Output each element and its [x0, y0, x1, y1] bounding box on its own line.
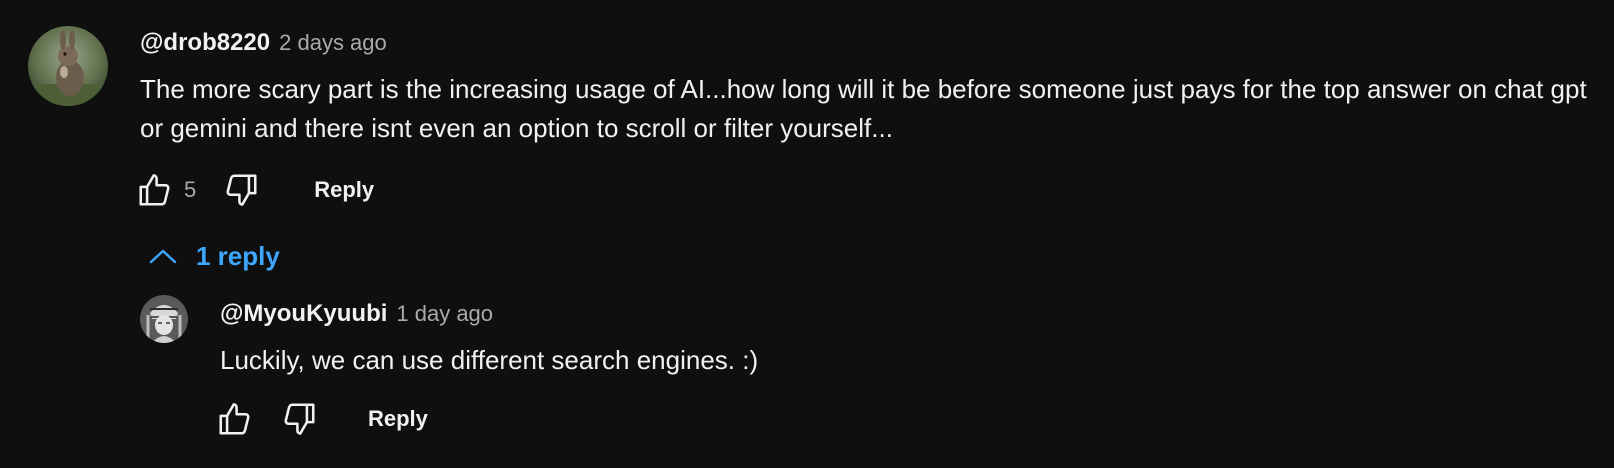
thumbs-down-icon [226, 174, 257, 206]
rabbit-avatar-icon [28, 26, 108, 106]
replies-toggle-label: 1 reply [196, 240, 280, 271]
comment-header: @drob8220 2 days ago [140, 29, 387, 57]
like-button[interactable] [136, 171, 174, 209]
reply-action-bar: Reply [216, 399, 428, 439]
reply-button[interactable]: Reply [314, 177, 374, 203]
reply-author[interactable]: @MyouKyuubi [220, 300, 387, 328]
replies-toggle[interactable]: 1 reply [148, 238, 280, 274]
thumbs-down-icon [284, 403, 315, 435]
commenter-avatar[interactable] [28, 26, 108, 106]
reply-reply-button[interactable]: Reply [368, 406, 428, 432]
reply-like-button[interactable] [216, 400, 254, 438]
reply-dislike-button[interactable] [280, 400, 318, 438]
thumbs-up-icon [139, 174, 170, 206]
reply-text: Luckily, we can use different search eng… [220, 345, 759, 375]
reply-timestamp[interactable]: 1 day ago [396, 301, 493, 327]
comment-action-bar: 5 Reply [136, 170, 374, 210]
comment-text: The more scary part is the increasing us… [140, 74, 1587, 143]
character-avatar-icon [140, 295, 188, 343]
thumbs-up-icon [219, 403, 250, 435]
reply-avatar[interactable] [140, 295, 188, 343]
like-count: 5 [184, 177, 197, 202]
comment-timestamp[interactable]: 2 days ago [279, 30, 387, 56]
comment-thread: @drob8220 2 days ago The more scary part… [0, 0, 1614, 468]
reply-header: @MyouKyuubi 1 day ago [220, 300, 493, 328]
chevron-up-icon [148, 246, 178, 266]
dislike-button[interactable] [222, 171, 260, 209]
comment-author[interactable]: @drob8220 [140, 29, 270, 57]
